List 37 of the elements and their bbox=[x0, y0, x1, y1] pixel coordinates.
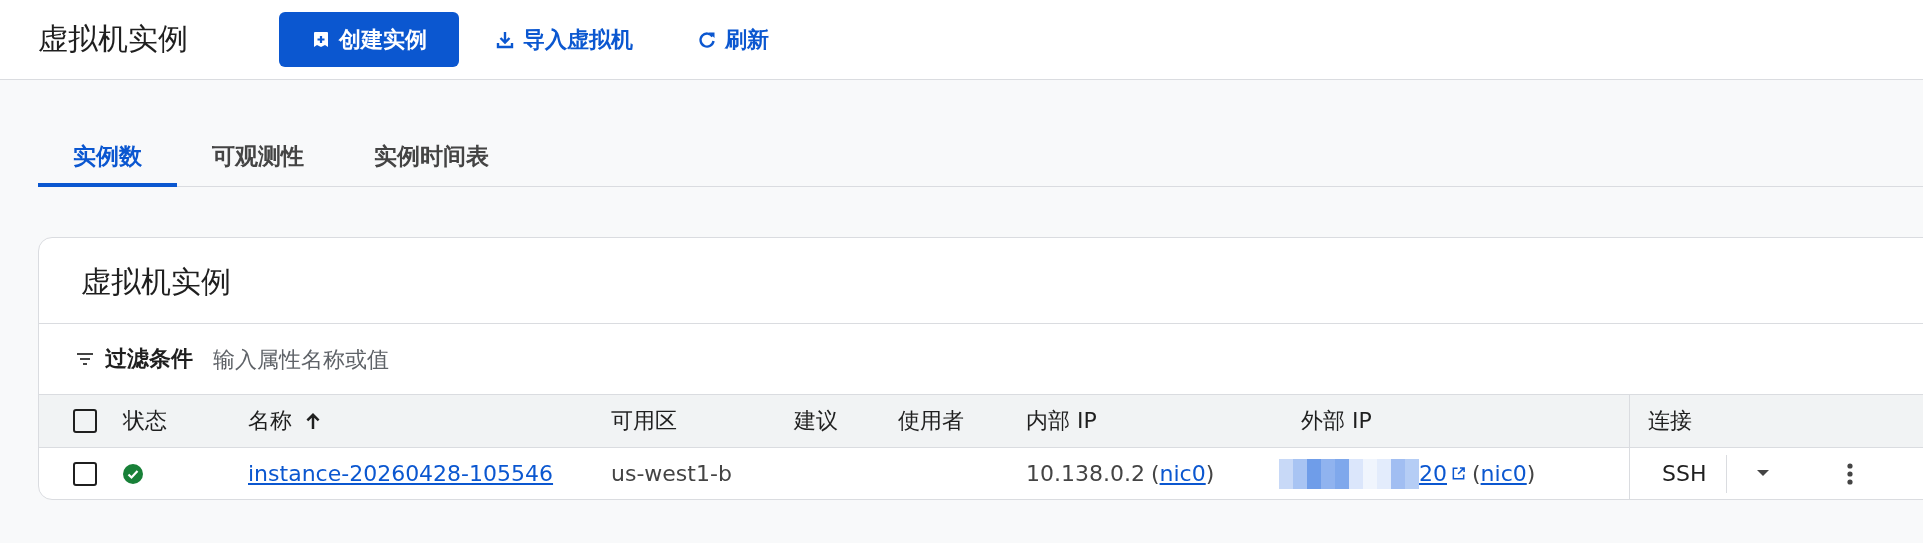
filter-field[interactable]: 输入属性名称或值 bbox=[211, 345, 615, 373]
import-button[interactable]: 导入虚拟机 bbox=[475, 12, 653, 67]
refresh-icon bbox=[697, 29, 717, 50]
column-header: 名称 bbox=[248, 407, 292, 435]
download-icon bbox=[495, 29, 515, 50]
card-title: 虚拟机实例 bbox=[39, 238, 1923, 324]
column-header: 使用者 bbox=[898, 407, 964, 435]
parenthesis: ) bbox=[1526, 461, 1536, 486]
column-header: 建议 bbox=[794, 407, 838, 435]
column-header: 内部 IP bbox=[1026, 407, 1097, 435]
column-header: 外部 IP bbox=[1301, 407, 1372, 435]
zone-cell: us-west1-b bbox=[611, 461, 732, 486]
sort-arrow-icon[interactable] bbox=[304, 412, 322, 430]
internal-ip-cell: 10.138.0.2 bbox=[1026, 461, 1145, 486]
external-ip-link[interactable]: 20 bbox=[1419, 461, 1447, 486]
external-link-icon[interactable] bbox=[1451, 466, 1466, 481]
parenthesis: ( bbox=[1472, 461, 1481, 486]
nic-link[interactable]: nic0 bbox=[1159, 461, 1206, 486]
nic-link[interactable]: nic0 bbox=[1480, 461, 1527, 486]
caret-icon[interactable] bbox=[1757, 469, 1770, 478]
instance-name-link[interactable]: instance-20260428-105546 bbox=[248, 461, 554, 486]
create-button[interactable]: 创建实例 bbox=[279, 12, 459, 67]
filter-label: 过滤条件 bbox=[105, 345, 193, 373]
parenthesis: ) bbox=[1205, 461, 1215, 486]
column-header: 状态 bbox=[123, 407, 167, 435]
ssh-button[interactable]: SSH bbox=[1648, 454, 1728, 493]
tab[interactable]: 实例数 bbox=[38, 130, 177, 187]
column-header: 可用区 bbox=[611, 407, 677, 435]
parenthesis: ( bbox=[1150, 461, 1160, 486]
column-header: 连接 bbox=[1648, 407, 1692, 435]
tab[interactable]: 可观测性 bbox=[177, 130, 339, 187]
checkbox[interactable] bbox=[73, 461, 97, 486]
more-options-icon[interactable] bbox=[1847, 462, 1854, 485]
tab[interactable]: 实例时间表 bbox=[339, 130, 524, 187]
checkbox[interactable] bbox=[73, 409, 97, 433]
refresh-button[interactable]: 刷新 bbox=[677, 12, 789, 67]
page-title: 虚拟机实例 bbox=[38, 20, 189, 58]
